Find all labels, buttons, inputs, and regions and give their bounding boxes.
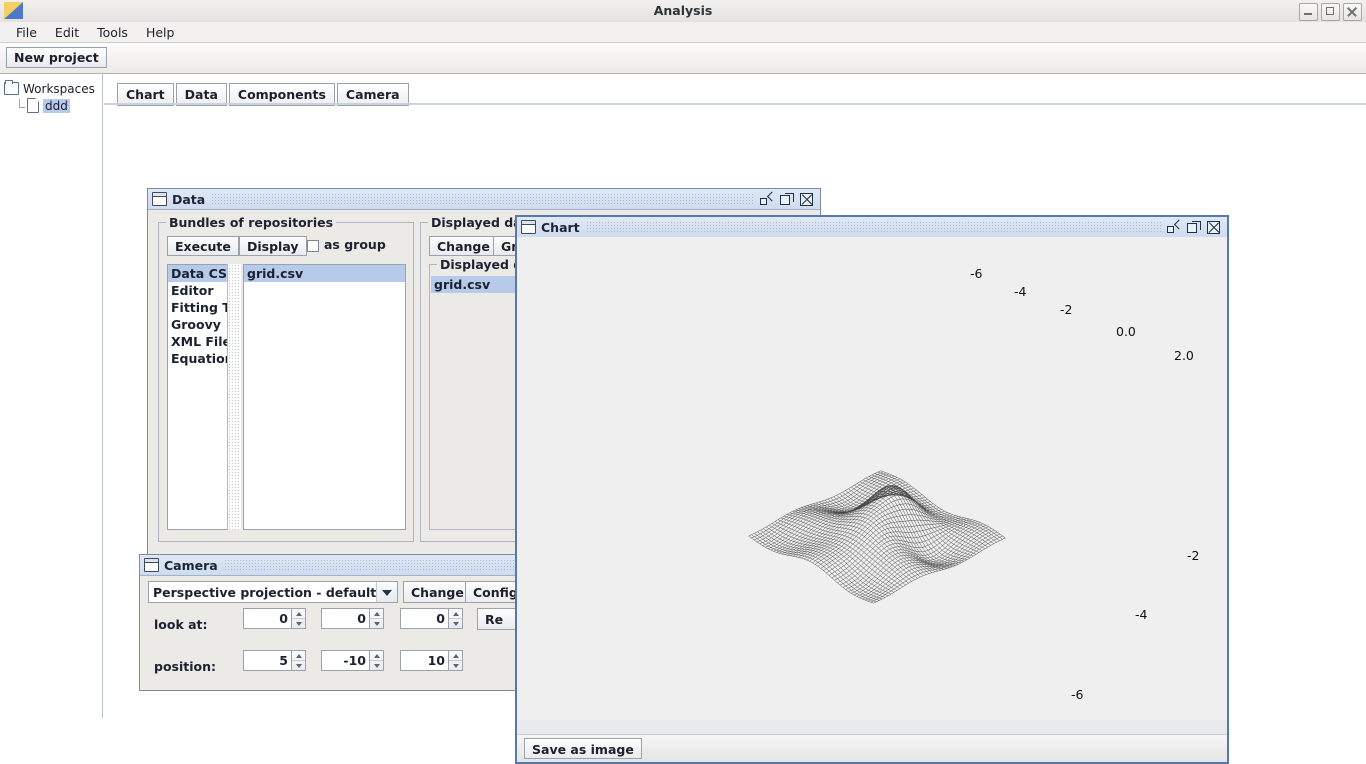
data-window-title: Data [172,192,205,207]
position-z-value: 10 [401,651,448,670]
position-y-stepper[interactable]: -10 [321,650,384,671]
os-window-buttons [1299,3,1362,21]
position-x-stepper[interactable]: 5 [243,650,306,671]
look-at-x-value: 0 [244,609,291,628]
look-at-y-stepper[interactable]: 0 [321,608,384,629]
position-y-value: -10 [322,651,369,670]
tree-item-label: ddd [43,99,70,113]
look-at-z-value: 0 [401,609,448,628]
data-window-buttons [760,193,820,206]
maximize-icon[interactable] [1321,3,1340,21]
look-at-label: look at: [154,617,208,632]
axis-tick-label: -2 [1060,302,1072,317]
bundles-panel-caption: Bundles of repositories [166,215,336,230]
restore-icon[interactable] [760,193,773,206]
axis-tick-label: -4 [1135,607,1148,622]
close-icon[interactable] [1207,221,1220,234]
chart-window: Chart -6-4-20.02.04.06.04.02.00.0-2-4-6 [515,215,1229,764]
workspaces-pane: Workspaces ddd [0,74,103,718]
minimize-icon[interactable] [1299,3,1318,21]
data-window-titlebar[interactable]: Data [148,189,820,210]
workspaces-tree: Workspaces ddd [0,74,102,114]
window-icon [144,558,159,572]
os-window-title: Analysis [0,0,1366,22]
chart-window-buttons [1167,221,1227,234]
menu-bar: File Edit Tools Help [0,22,1366,43]
new-project-button[interactable]: New project [6,47,107,68]
position-x-value: 5 [244,651,291,670]
as-group-label: as group [324,237,386,252]
axis-tick-label: 2.0 [1174,348,1194,363]
axis-tick-label: -6 [970,266,983,281]
restore-icon[interactable] [1167,221,1180,234]
save-as-image-button[interactable]: Save as image [524,738,642,759]
camera-window-title: Camera [164,558,218,573]
tree-root-workspaces[interactable]: Workspaces [4,80,100,97]
display-button[interactable]: Display [239,236,307,256]
projection-value: Perspective projection - default [149,585,376,600]
window-icon [521,220,536,234]
chart-3d-canvas[interactable]: -6-4-20.02.04.06.04.02.00.0-2-4-6 [517,237,1227,720]
axis-tick-label: -4 [1014,284,1027,299]
mdi-desktop: Data Bundles of repositories Execute Dis… [113,107,1366,712]
file-icon [27,98,39,113]
maximize-icon[interactable] [780,193,793,206]
application-window: Analysis File Edit Tools Help New projec… [0,0,1366,718]
menu-help[interactable]: Help [137,24,184,41]
stepper-arrows[interactable] [291,609,305,628]
stepper-arrows[interactable] [448,651,462,670]
position-label: position: [154,659,216,674]
axis-tick-label: -2 [1187,548,1199,563]
look-at-z-stepper[interactable]: 0 [400,608,463,629]
stepper-arrows[interactable] [369,609,383,628]
close-icon[interactable] [800,193,813,206]
stepper-arrows[interactable] [291,651,305,670]
menu-file[interactable]: File [7,24,46,41]
chart-window-titlebar[interactable]: Chart [517,217,1227,238]
stepper-arrows[interactable] [369,651,383,670]
close-icon[interactable] [1343,3,1362,21]
tab-underline [104,103,1366,105]
tree-elbow-icon [16,99,26,113]
main-content-pane: Chart Data Components Camera Data [104,74,1366,718]
as-group-checkbox[interactable] [307,240,319,252]
chart-window-footer: Save as image [517,734,1227,762]
stepper-arrows[interactable] [448,609,462,628]
os-title-bar: Analysis [0,0,1366,23]
maximize-icon[interactable] [1187,221,1200,234]
change-button[interactable]: Change [429,236,498,256]
bundles-of-repositories-panel: Bundles of repositories Execute Display … [158,222,414,542]
projection-combobox[interactable]: Perspective projection - default [148,581,398,603]
menu-tools[interactable]: Tools [88,24,137,41]
menu-edit[interactable]: Edit [46,24,88,41]
look-at-x-stepper[interactable]: 0 [243,608,306,629]
look-at-y-value: 0 [322,609,369,628]
window-icon [152,192,167,206]
axis-tick-label: 0.0 [1116,324,1136,339]
titlebar-texture [586,221,1161,233]
camera-change-button[interactable]: Change [403,581,472,603]
tree-root-label: Workspaces [23,82,95,96]
axis-tick-label: -6 [1071,687,1084,702]
tree-item-ddd[interactable]: ddd [4,97,100,114]
folder-icon [4,82,19,95]
titlebar-texture [211,193,754,205]
surface-plot: -6-4-20.02.04.06.04.02.00.0-2-4-6 [517,237,1227,720]
bundle-files-list[interactable]: grid.csv [243,264,406,530]
toolbar: New project [0,43,1366,74]
chevron-down-icon[interactable] [376,582,397,602]
execute-button[interactable]: Execute [167,236,239,256]
position-z-stepper[interactable]: 10 [400,650,463,671]
repositories-list-scrollbar[interactable] [227,264,241,530]
list-item[interactable]: grid.csv [244,265,405,282]
chart-window-title: Chart [541,220,580,235]
